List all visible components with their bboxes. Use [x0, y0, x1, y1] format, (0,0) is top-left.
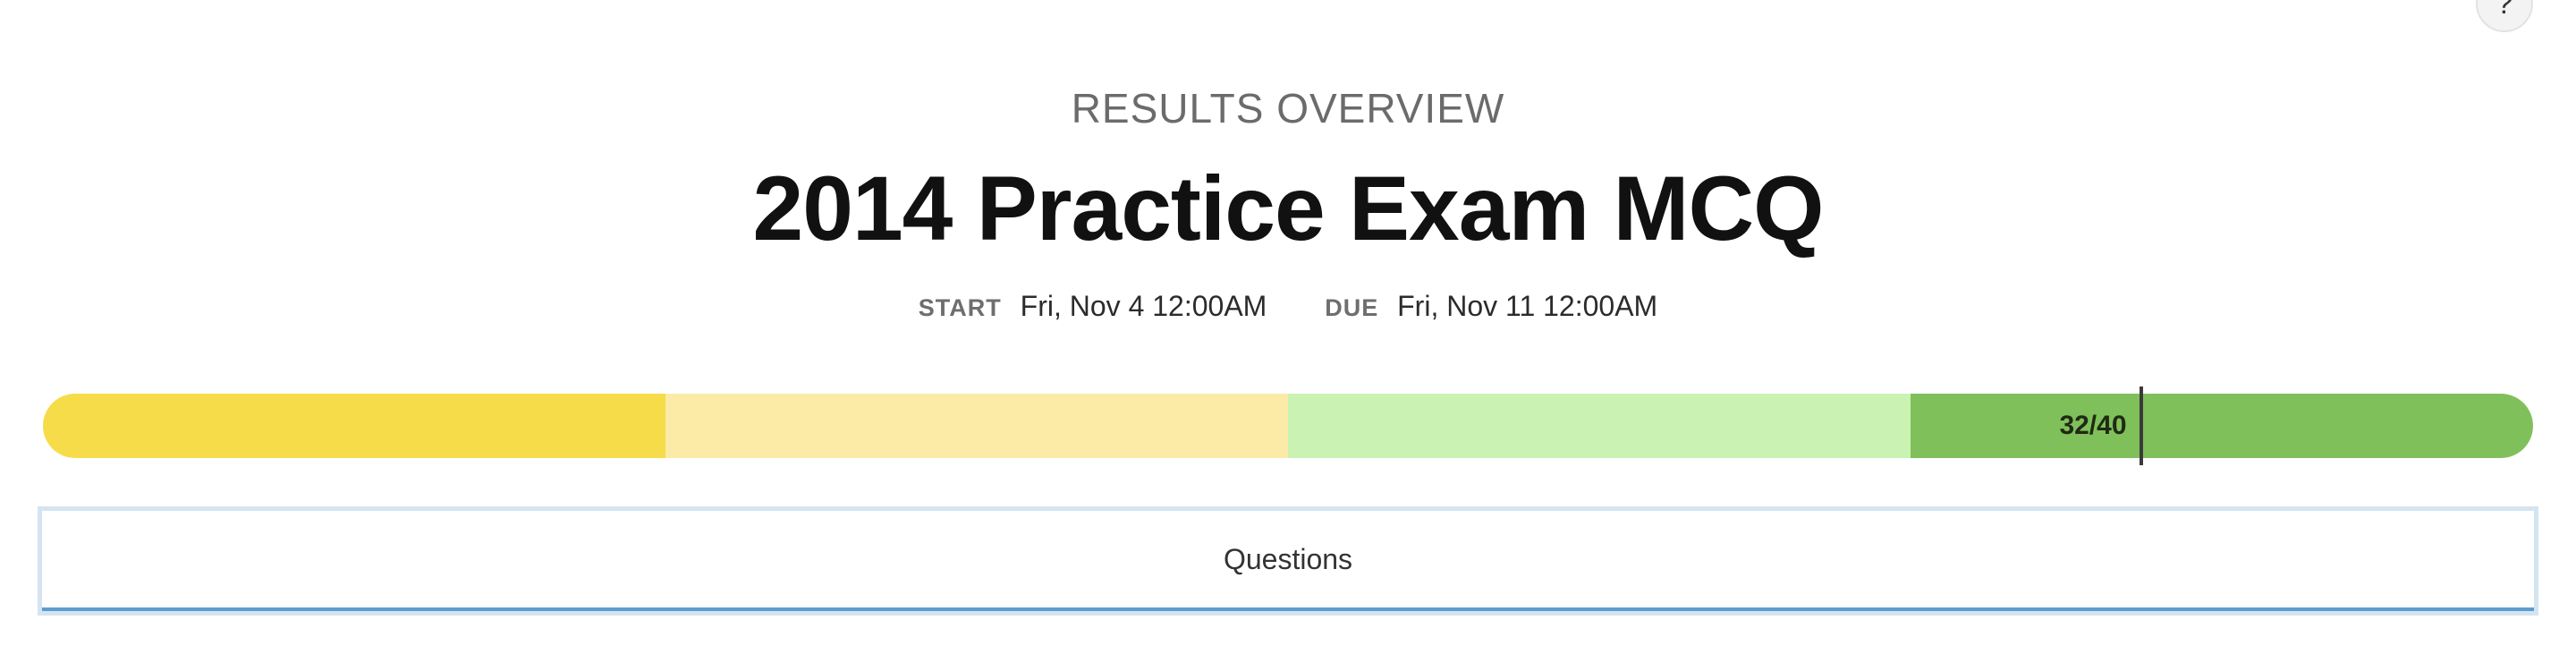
tab-questions[interactable]: Questions — [42, 511, 2534, 611]
score-fill: 32/40 — [1911, 394, 2141, 458]
score-remainder — [2140, 394, 2533, 458]
score-marker — [2139, 386, 2143, 465]
progress-segment-3 — [1288, 394, 1911, 458]
progress-segment-2 — [665, 394, 1288, 458]
progress-segment-4: 32/40 — [1911, 394, 2533, 458]
score-progress-bar: 32/40 — [43, 394, 2533, 458]
questions-tab-container: Questions — [38, 506, 2538, 616]
help-button[interactable]: ? — [2476, 0, 2533, 32]
dates-row: START Fri, Nov 4 12:00AM DUE Fri, Nov 11… — [0, 292, 2576, 320]
due-value: Fri, Nov 11 12:00AM — [1397, 290, 1658, 322]
start-value: Fri, Nov 4 12:00AM — [1020, 290, 1267, 322]
due-label: DUE — [1325, 294, 1379, 321]
page-title: 2014 Practice Exam MCQ — [752, 157, 1824, 259]
start-date: START Fri, Nov 4 12:00AM — [919, 292, 1267, 320]
due-date: DUE Fri, Nov 11 12:00AM — [1325, 292, 1657, 320]
score-label: 32/40 — [2059, 411, 2127, 440]
start-label: START — [918, 294, 1002, 321]
page-subtitle: RESULTS OVERVIEW — [1071, 85, 1505, 132]
progress-segment-1 — [43, 394, 665, 458]
help-icon: ? — [2496, 0, 2513, 21]
